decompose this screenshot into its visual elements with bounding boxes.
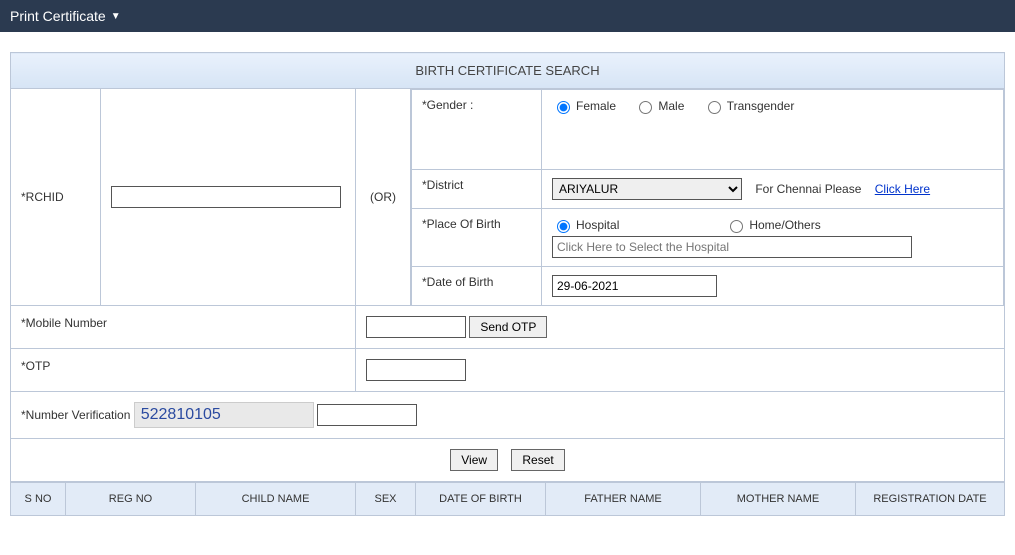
or-label: (OR) xyxy=(356,89,411,306)
chennai-link[interactable]: Click Here xyxy=(875,182,930,196)
pob-label: *Place Of Birth xyxy=(412,209,542,267)
rchid-label: *RCHID xyxy=(11,89,101,306)
pob-home-radio[interactable] xyxy=(730,220,743,233)
mobile-input[interactable] xyxy=(366,316,466,338)
search-form-table: BIRTH CERTIFICATE SEARCH *RCHID (OR) *Ge… xyxy=(10,52,1005,482)
mobile-cell: Send OTP xyxy=(356,306,1005,349)
results-table: S NO REG NO CHILD NAME SEX DATE OF BIRTH… xyxy=(10,482,1005,516)
pob-hospital-label: Hospital xyxy=(576,218,619,232)
dob-input[interactable] xyxy=(552,275,717,297)
verification-label: *Number Verification xyxy=(21,408,130,422)
mobile-label: *Mobile Number xyxy=(11,306,356,349)
print-certificate-menu[interactable]: Print Certificate ▼ xyxy=(10,8,121,24)
otp-label: *OTP xyxy=(11,349,356,392)
page-content: BIRTH CERTIFICATE SEARCH *RCHID (OR) *Ge… xyxy=(0,32,1015,526)
menu-label: Print Certificate xyxy=(10,8,106,24)
pob-home-label: Home/Others xyxy=(749,218,820,232)
send-otp-button[interactable]: Send OTP xyxy=(469,316,547,338)
rchid-input[interactable] xyxy=(111,186,341,208)
district-select[interactable]: ARIYALUR xyxy=(552,178,742,200)
col-father: FATHER NAME xyxy=(546,483,701,516)
col-regno: REG NO xyxy=(66,483,196,516)
gender-male-radio[interactable] xyxy=(639,101,652,114)
view-button[interactable]: View xyxy=(450,449,498,471)
pob-cell: Hospital Home/Others xyxy=(542,209,1004,267)
chevron-down-icon: ▼ xyxy=(111,11,121,22)
chennai-note: For Chennai Please xyxy=(755,182,861,196)
criteria-subtable: *Gender : Female Male xyxy=(411,89,1004,305)
gender-male-label: Male xyxy=(658,99,684,113)
gender-trans-label: Transgender xyxy=(727,99,795,113)
reset-button[interactable]: Reset xyxy=(511,449,564,471)
results-header-row: S NO REG NO CHILD NAME SEX DATE OF BIRTH… xyxy=(11,483,1005,516)
hospital-input[interactable] xyxy=(552,236,912,258)
captcha-code: 522810105 xyxy=(134,402,314,428)
col-sex: SEX xyxy=(356,483,416,516)
top-menu-bar: Print Certificate ▼ xyxy=(0,0,1015,32)
gender-label: *Gender : xyxy=(412,90,542,170)
rchid-cell xyxy=(101,89,356,306)
district-label: *District xyxy=(412,170,542,209)
verification-input[interactable] xyxy=(317,404,417,426)
district-cell: ARIYALUR For Chennai Please Click Here xyxy=(542,170,1004,209)
criteria-cell: *Gender : Female Male xyxy=(411,89,1005,306)
action-row: View Reset xyxy=(11,439,1005,482)
dob-cell xyxy=(542,267,1004,306)
col-sno: S NO xyxy=(11,483,66,516)
pob-hospital-radio[interactable] xyxy=(557,220,570,233)
panel-title: BIRTH CERTIFICATE SEARCH xyxy=(11,53,1005,89)
gender-female-label: Female xyxy=(576,99,616,113)
verification-row: *Number Verification 522810105 xyxy=(11,392,1005,439)
dob-label: *Date of Birth xyxy=(412,267,542,306)
gender-trans-radio[interactable] xyxy=(708,101,721,114)
gender-options: Female Male Transgender xyxy=(542,90,1004,170)
col-childname: CHILD NAME xyxy=(196,483,356,516)
otp-cell xyxy=(356,349,1005,392)
gender-female-radio[interactable] xyxy=(557,101,570,114)
col-mother: MOTHER NAME xyxy=(701,483,856,516)
col-regdate: REGISTRATION DATE xyxy=(856,483,1005,516)
otp-input[interactable] xyxy=(366,359,466,381)
col-dob: DATE OF BIRTH xyxy=(416,483,546,516)
